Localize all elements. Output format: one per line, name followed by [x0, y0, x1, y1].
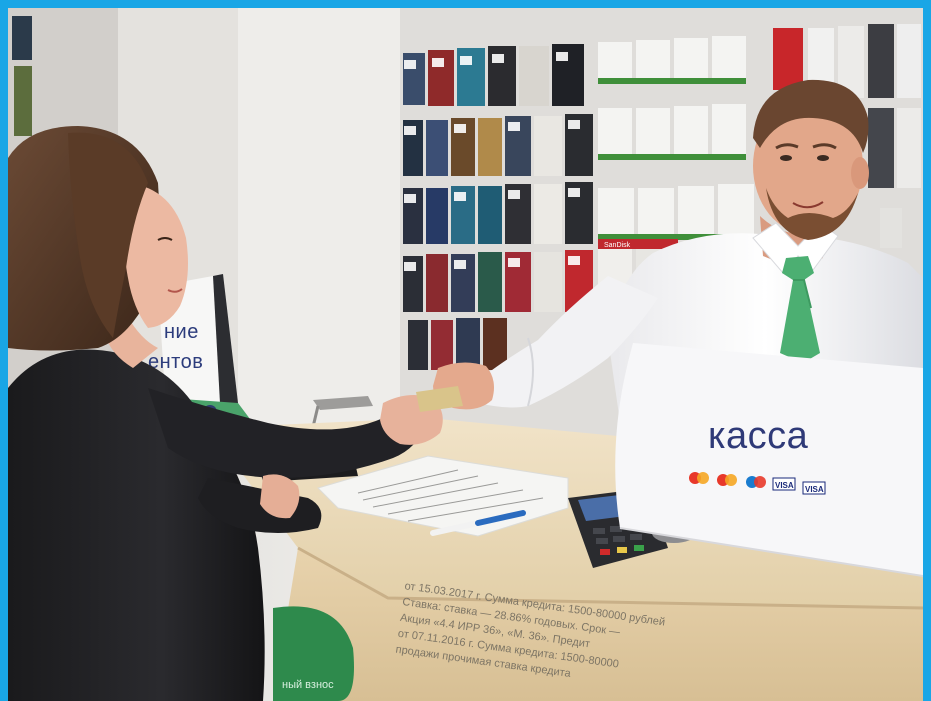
- maestro-logo-2: [746, 476, 766, 488]
- mastercard-logo: [717, 474, 737, 486]
- svg-text:VISA: VISA: [805, 485, 824, 494]
- visa-logo-1: VISA: [772, 477, 796, 491]
- photo-frame: SanDisk ние ентов ный взнос от 15.03.201…: [0, 0, 931, 701]
- cashier-sign-label: касса: [708, 415, 809, 457]
- svg-text:VISA: VISA: [775, 481, 794, 490]
- shelf-tag: SanDisk: [604, 242, 631, 249]
- green-promo-text: ный взнос: [282, 679, 334, 691]
- promo-sign-line1: ние: [164, 321, 199, 343]
- store-scene: SanDisk ние ентов ный взнос от 15.03.201…: [8, 8, 923, 701]
- maestro-logo-1: [689, 472, 709, 484]
- visa-logo-2: VISA: [802, 481, 826, 495]
